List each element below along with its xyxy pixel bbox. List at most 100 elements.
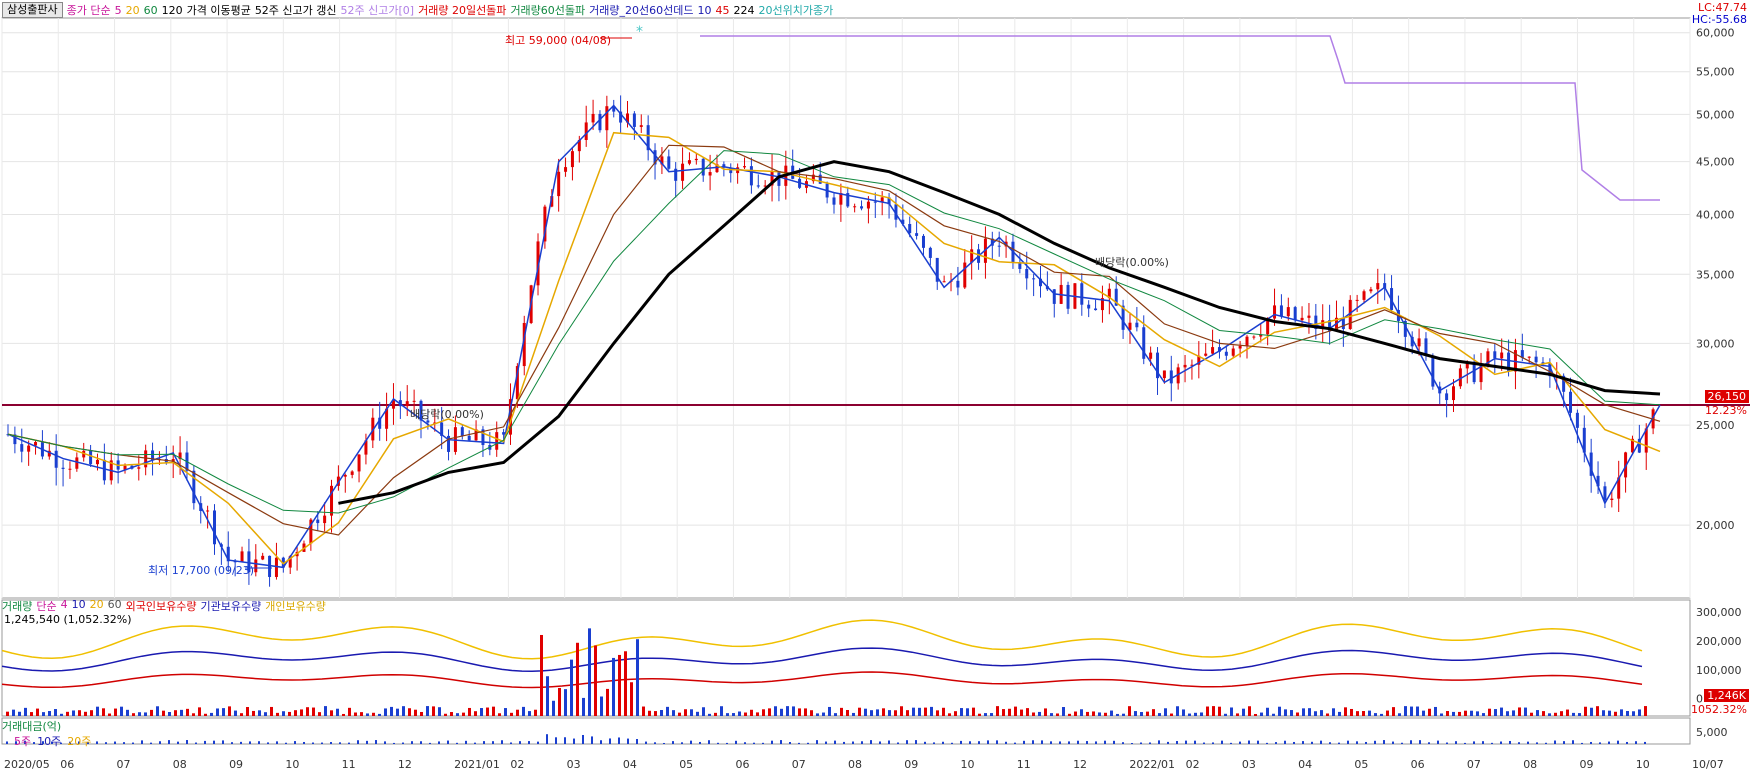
candle-body	[701, 158, 705, 176]
candle-body	[213, 510, 216, 545]
amount-bar	[1356, 741, 1358, 744]
ma-label[interactable]: 종가 단순	[67, 2, 111, 18]
volume-bar	[432, 706, 435, 716]
candle-body	[708, 172, 712, 176]
volume-bar	[1476, 711, 1479, 716]
volume-bar	[1152, 709, 1155, 716]
volume-bar	[240, 713, 243, 716]
volume-label[interactable]: 거래량	[2, 598, 32, 614]
volume-bar	[540, 634, 543, 716]
candle-body	[27, 445, 31, 452]
volume-bar	[1086, 711, 1089, 716]
amount-bar	[1608, 741, 1610, 744]
volume-bar	[960, 708, 963, 716]
candle-body	[997, 245, 1001, 247]
amount-bar	[1194, 740, 1196, 744]
amount-bar	[375, 740, 377, 744]
volume-bar	[498, 713, 501, 716]
amount-bar	[645, 741, 647, 744]
vol-cross20-label[interactable]: 거래량 20일선돌파	[418, 2, 506, 18]
amount-bar	[618, 737, 620, 744]
amount-bar	[654, 742, 656, 744]
volume-bar	[1314, 711, 1317, 716]
volume-bar	[486, 707, 489, 716]
volume-bar	[882, 708, 885, 716]
candle-body	[749, 166, 753, 186]
candle-body	[192, 470, 196, 504]
price-legend: 삼성출판사 종가 단순 5 20 60 120 가격 이동평균 52주 신고가 …	[2, 2, 833, 18]
indiv-holdings-label[interactable]: 개인보유수량	[265, 598, 326, 614]
volume-bar	[858, 707, 861, 716]
price-avg-label[interactable]: 가격 이동평균	[187, 2, 251, 18]
volume-bar	[504, 708, 507, 716]
candle-body	[1087, 304, 1091, 309]
volume-bar	[42, 712, 45, 716]
candle-body	[1279, 305, 1283, 317]
x-tick-label: 2021/01	[454, 758, 500, 771]
candle-body	[570, 151, 574, 168]
volume-bar	[216, 708, 219, 716]
amount-bar	[528, 741, 530, 744]
volume-bar	[1002, 709, 1005, 716]
amount-bar	[1257, 740, 1259, 744]
volume-bar	[1518, 707, 1521, 716]
volume-bar	[522, 706, 525, 716]
stock-chart[interactable]: 60,00055,00050,00045,00040,00035,00030,0…	[0, 0, 1755, 776]
candle-body	[1569, 391, 1573, 413]
candle-body	[605, 106, 609, 131]
candle-body	[1032, 278, 1036, 280]
volume-bar	[618, 654, 621, 716]
amount-bar	[735, 740, 737, 744]
volume-bar	[888, 710, 891, 716]
amount-label[interactable]: 거래대금(억)	[2, 718, 61, 734]
amount-bar	[177, 741, 179, 744]
amount-bar	[1221, 740, 1223, 744]
volume-bar	[894, 710, 897, 716]
amount-bar	[1410, 740, 1412, 744]
amount-bar	[447, 740, 449, 744]
candle-body	[20, 444, 24, 452]
volume-bar	[48, 711, 51, 716]
candle-body	[963, 262, 967, 288]
candle-body	[1575, 412, 1579, 428]
volume-bar	[612, 657, 615, 716]
volume-bar	[264, 712, 267, 716]
volume-bar	[510, 712, 513, 716]
amount-bar	[555, 737, 557, 744]
amount-bar	[699, 741, 701, 744]
volume-bar	[1224, 713, 1227, 716]
volume-bar	[726, 713, 729, 716]
volume-bar	[1386, 710, 1389, 716]
candle-body	[254, 559, 258, 573]
volume-bar	[198, 707, 201, 716]
foreign-holdings-label[interactable]: 외국인보유수량	[126, 598, 197, 614]
candle-body	[343, 474, 347, 477]
vol-cross60-label[interactable]: 거래량60선돌파	[510, 2, 585, 18]
volume-bar	[1344, 707, 1347, 716]
volume-bar	[396, 708, 399, 716]
candle-body	[495, 432, 499, 450]
volume-current-tag: 1,246K	[1704, 689, 1749, 702]
volume-bar	[870, 710, 873, 716]
amount-bar	[429, 742, 431, 744]
amount-bar	[456, 742, 458, 744]
vol-ma4: 4	[60, 598, 68, 611]
week52-count[interactable]: 52주 신고가[0]	[341, 2, 415, 18]
amount-bar	[1086, 741, 1088, 744]
amount-bar	[915, 740, 917, 744]
candle-body	[1080, 283, 1084, 305]
amount-bar	[411, 741, 413, 744]
x-tick-label: 03	[1242, 758, 1256, 771]
stock-name[interactable]: 삼성출판사	[2, 2, 63, 18]
amount-bar	[897, 742, 899, 744]
inst-holdings-label[interactable]: 기관보유수량	[200, 598, 261, 614]
ma20-position-label[interactable]: 20선위치가종가	[759, 2, 834, 18]
amount-bar	[1122, 742, 1124, 744]
amount-bar	[339, 742, 341, 744]
candle-body	[206, 510, 210, 512]
volume-bar	[450, 712, 453, 716]
volume-bar	[258, 710, 261, 716]
volume-bar	[684, 709, 687, 716]
week52-label[interactable]: 52주 신고가 갱신	[255, 2, 337, 18]
vol-dead-label[interactable]: 거래량_20선60선데드	[589, 2, 693, 18]
